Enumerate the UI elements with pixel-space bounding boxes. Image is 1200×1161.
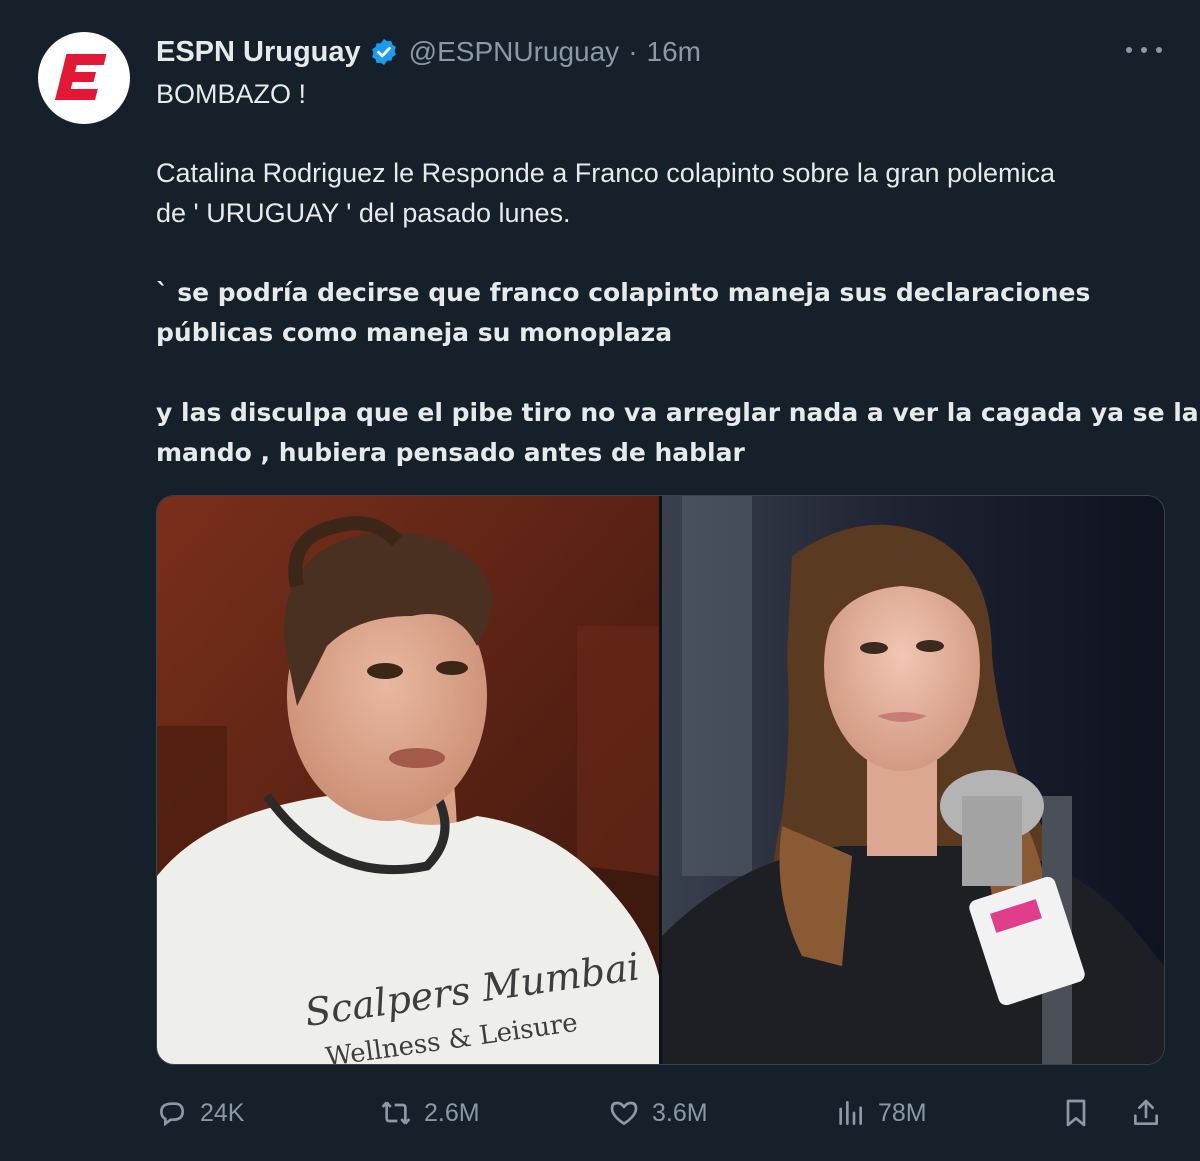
media-grid: Scalpers Mumbai Wellness & Leisure [156, 495, 1165, 1065]
reply-icon [159, 1102, 185, 1127]
like-count: 3.6M [652, 1098, 708, 1127]
heart-icon [610, 1101, 638, 1125]
repost-icon [381, 1101, 411, 1125]
repost-count: 2.6M [424, 1098, 480, 1127]
more-options-icon[interactable] [1126, 38, 1162, 62]
avatar[interactable] [38, 32, 130, 124]
views-button[interactable]: 78M [834, 1090, 927, 1136]
photo-young-man[interactable]: Scalpers Mumbai Wellness & Leisure [157, 496, 659, 1064]
tweet-quote-line: ` se podría decirse que franco colapinto… [156, 278, 1091, 307]
share-icon [1134, 1099, 1158, 1125]
action-bar: 24K 2.6M 3.6M 78M [156, 1090, 1166, 1136]
tweet-header: ESPN Uruguay @ESPNUruguay · 16m [156, 30, 701, 74]
verified-badge-icon[interactable] [369, 37, 399, 67]
tweet-text-line: BOMBAZO ! [156, 79, 307, 109]
reply-count: 24K [200, 1098, 245, 1127]
reply-button[interactable]: 24K [156, 1090, 244, 1136]
post-time[interactable]: 16m [647, 36, 701, 68]
header-separator: · [628, 36, 638, 67]
share-button[interactable] [1130, 1090, 1162, 1136]
tweet-text-line: Catalina Rodriguez le Responde a Franco … [156, 158, 1056, 188]
tweet-quote-line: públicas como maneja su monoplaza [156, 318, 673, 347]
repost-button[interactable]: 2.6M [380, 1090, 480, 1136]
tweet-quote-line: y las disculpa que el pibe tiro no va ar… [156, 398, 1199, 427]
bookmark-button[interactable] [1060, 1090, 1092, 1136]
analytics-icon [839, 1101, 862, 1125]
author-name[interactable]: ESPN Uruguay [156, 36, 361, 69]
views-count: 78M [878, 1098, 927, 1127]
tweet-quote-line: mando , hubiera pensado antes de hablar [156, 438, 745, 467]
espn-logo-icon [55, 54, 107, 100]
tweet-text-line: de ' URUGUAY ' del pasado lunes. [156, 198, 571, 228]
like-button[interactable]: 3.6M [608, 1090, 708, 1136]
author-handle[interactable]: @ESPNUruguay [409, 36, 620, 68]
photo-young-woman[interactable] [662, 496, 1164, 1064]
bookmark-icon [1066, 1099, 1086, 1127]
tweet: ESPN Uruguay @ESPNUruguay · 16m BOMBAZO … [0, 0, 1200, 1161]
